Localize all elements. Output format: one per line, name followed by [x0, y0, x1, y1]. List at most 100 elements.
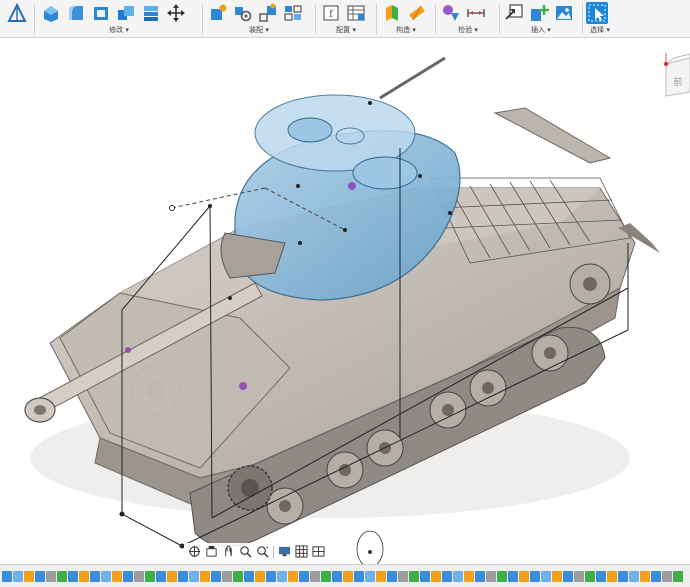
assemble-label[interactable]: 装配 ▾: [207, 25, 311, 35]
timeline-feature[interactable]: [321, 570, 331, 582]
timeline-feature[interactable]: [662, 570, 672, 582]
pan-icon[interactable]: [221, 544, 236, 559]
timeline-feature[interactable]: [101, 570, 111, 582]
viewcube[interactable]: 前: [660, 52, 690, 98]
shell-icon[interactable]: [90, 2, 112, 24]
timeline-feature[interactable]: [607, 570, 617, 582]
timeline-feature[interactable]: [167, 570, 177, 582]
timeline-feature[interactable]: [222, 570, 232, 582]
fillet-icon[interactable]: [65, 2, 87, 24]
as-built-joint-icon[interactable]: [257, 2, 279, 24]
timeline-feature[interactable]: [24, 570, 34, 582]
timeline-feature[interactable]: [354, 570, 364, 582]
antenna-mount[interactable]: [379, 56, 446, 100]
timeline-feature[interactable]: [585, 570, 595, 582]
timeline-feature[interactable]: [530, 570, 540, 582]
timeline-feature[interactable]: [244, 570, 254, 582]
timeline-feature[interactable]: [13, 570, 23, 582]
timeline-feature[interactable]: [310, 570, 320, 582]
viewcube-icon[interactable]: 前: [660, 52, 690, 98]
timeline-feature[interactable]: [266, 570, 276, 582]
timeline-feature[interactable]: [299, 570, 309, 582]
timeline-feature[interactable]: [277, 570, 287, 582]
timeline-feature[interactable]: [68, 570, 78, 582]
attached-canvas-icon[interactable]: [553, 2, 575, 24]
timeline-feature[interactable]: [2, 570, 12, 582]
construct-label[interactable]: 构造 ▾: [381, 25, 431, 35]
sketch-endpoint[interactable]: [169, 205, 175, 211]
configuration-table-icon[interactable]: [345, 2, 367, 24]
zoom-icon[interactable]: [238, 544, 253, 559]
timeline-feature[interactable]: [90, 570, 100, 582]
timeline-feature[interactable]: [332, 570, 342, 582]
timeline-feature[interactable]: [629, 570, 639, 582]
timeline-feature[interactable]: [508, 570, 518, 582]
insert-mesh-icon[interactable]: [528, 2, 550, 24]
tank-model-scene[interactable]: [0, 38, 690, 564]
timeline-feature[interactable]: [640, 570, 650, 582]
timeline-feature[interactable]: [178, 570, 188, 582]
timeline-feature[interactable]: [35, 570, 45, 582]
timeline-feature[interactable]: [112, 570, 122, 582]
timeline-feature[interactable]: [200, 570, 210, 582]
select-icon[interactable]: [586, 2, 608, 24]
timeline-feature[interactable]: [398, 570, 408, 582]
timeline-feature[interactable]: [211, 570, 221, 582]
insert-derive-icon[interactable]: [503, 2, 525, 24]
parameters-icon[interactable]: f: [320, 2, 342, 24]
timeline-feature[interactable]: [541, 570, 551, 582]
timeline-feature[interactable]: [431, 570, 441, 582]
interference-icon[interactable]: [440, 2, 462, 24]
timeline-feature[interactable]: [618, 570, 628, 582]
timeline-feature[interactable]: [563, 570, 573, 582]
look-at-icon[interactable]: [204, 544, 219, 559]
timeline-feature[interactable]: [343, 570, 353, 582]
timeline-feature[interactable]: [519, 570, 529, 582]
fit-icon[interactable]: [255, 544, 270, 559]
timeline-feature[interactable]: [365, 570, 375, 582]
timeline-feature[interactable]: [409, 570, 419, 582]
display-settings-icon[interactable]: [277, 544, 292, 559]
grid-icon[interactable]: [294, 544, 309, 559]
3d-viewport[interactable]: 前: [0, 38, 690, 564]
sketch-icon[interactable]: [6, 2, 28, 24]
design-timeline[interactable]: [0, 564, 690, 587]
timeline-feature[interactable]: [442, 570, 452, 582]
viewports-icon[interactable]: [311, 544, 326, 559]
inspect-label[interactable]: 检验 ▾: [440, 25, 496, 35]
timeline-feature[interactable]: [255, 570, 265, 582]
offset-face-icon[interactable]: [140, 2, 162, 24]
move-icon[interactable]: [165, 2, 187, 24]
timeline-feature[interactable]: [552, 570, 562, 582]
insert-label[interactable]: 插入 ▾: [503, 25, 579, 35]
timeline-feature[interactable]: [376, 570, 386, 582]
timeline-feature[interactable]: [387, 570, 397, 582]
rigid-group-icon[interactable]: [282, 2, 304, 24]
press-pull-icon[interactable]: [40, 2, 62, 24]
timeline-feature[interactable]: [46, 570, 56, 582]
joint-icon[interactable]: [232, 2, 254, 24]
configure-label[interactable]: 配置 ▾: [320, 25, 372, 35]
timeline-feature[interactable]: [486, 570, 496, 582]
timeline-feature[interactable]: [464, 570, 474, 582]
timeline-feature[interactable]: [574, 570, 584, 582]
timeline-feature[interactable]: [651, 570, 661, 582]
timeline-feature[interactable]: [79, 570, 89, 582]
timeline-feature[interactable]: [233, 570, 243, 582]
new-component-icon[interactable]: [207, 2, 229, 24]
timeline-feature[interactable]: [673, 570, 683, 582]
timeline-feature[interactable]: [596, 570, 606, 582]
timeline-feature[interactable]: [57, 570, 67, 582]
timeline-feature[interactable]: [123, 570, 133, 582]
timeline-feature[interactable]: [189, 570, 199, 582]
timeline-feature[interactable]: [420, 570, 430, 582]
orbit-icon[interactable]: [187, 544, 202, 559]
modify-label[interactable]: 修改 ▾: [40, 25, 198, 35]
timeline-feature[interactable]: [145, 570, 155, 582]
offset-plane-icon[interactable]: [381, 2, 403, 24]
timeline-feature[interactable]: [134, 570, 144, 582]
combine-icon[interactable]: [115, 2, 137, 24]
select-label[interactable]: 选择 ▾: [586, 25, 614, 35]
measure-icon[interactable]: [465, 2, 487, 24]
plane-at-angle-icon[interactable]: [406, 2, 428, 24]
